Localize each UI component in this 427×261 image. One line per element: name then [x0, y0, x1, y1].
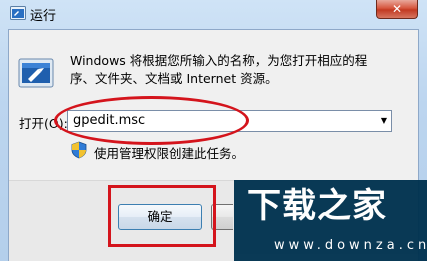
annotation-ellipse — [54, 96, 249, 145]
close-icon: ✕ — [391, 2, 403, 16]
dialog-description: Windows 将根据您所输入的名称，为您打开相应的程序、文件夹、文档或 Int… — [70, 53, 368, 86]
admin-note: 使用管理权限创建此任务。 — [94, 146, 245, 161]
shield-icon — [71, 141, 87, 159]
run-icon — [10, 6, 26, 20]
title-bar[interactable]: 运行 ✕ — [0, 0, 427, 28]
run-program-icon — [18, 58, 54, 88]
window-title: 运行 — [30, 9, 57, 24]
annotation-rectangle — [108, 185, 216, 247]
watermark-logo: 下载之家 — [247, 186, 387, 226]
run-dialog-window: 运行 ✕ Windows 将根据您所输入的名称，为您打开相应的程序、文件夹、文档… — [0, 0, 427, 261]
watermark: 下载之家 www.downza.cn — [234, 180, 427, 261]
close-button[interactable]: ✕ — [376, 0, 418, 19]
watermark-url: www.downza.cn — [274, 238, 427, 253]
dropdown-arrow-icon[interactable]: ▼ — [376, 110, 392, 132]
